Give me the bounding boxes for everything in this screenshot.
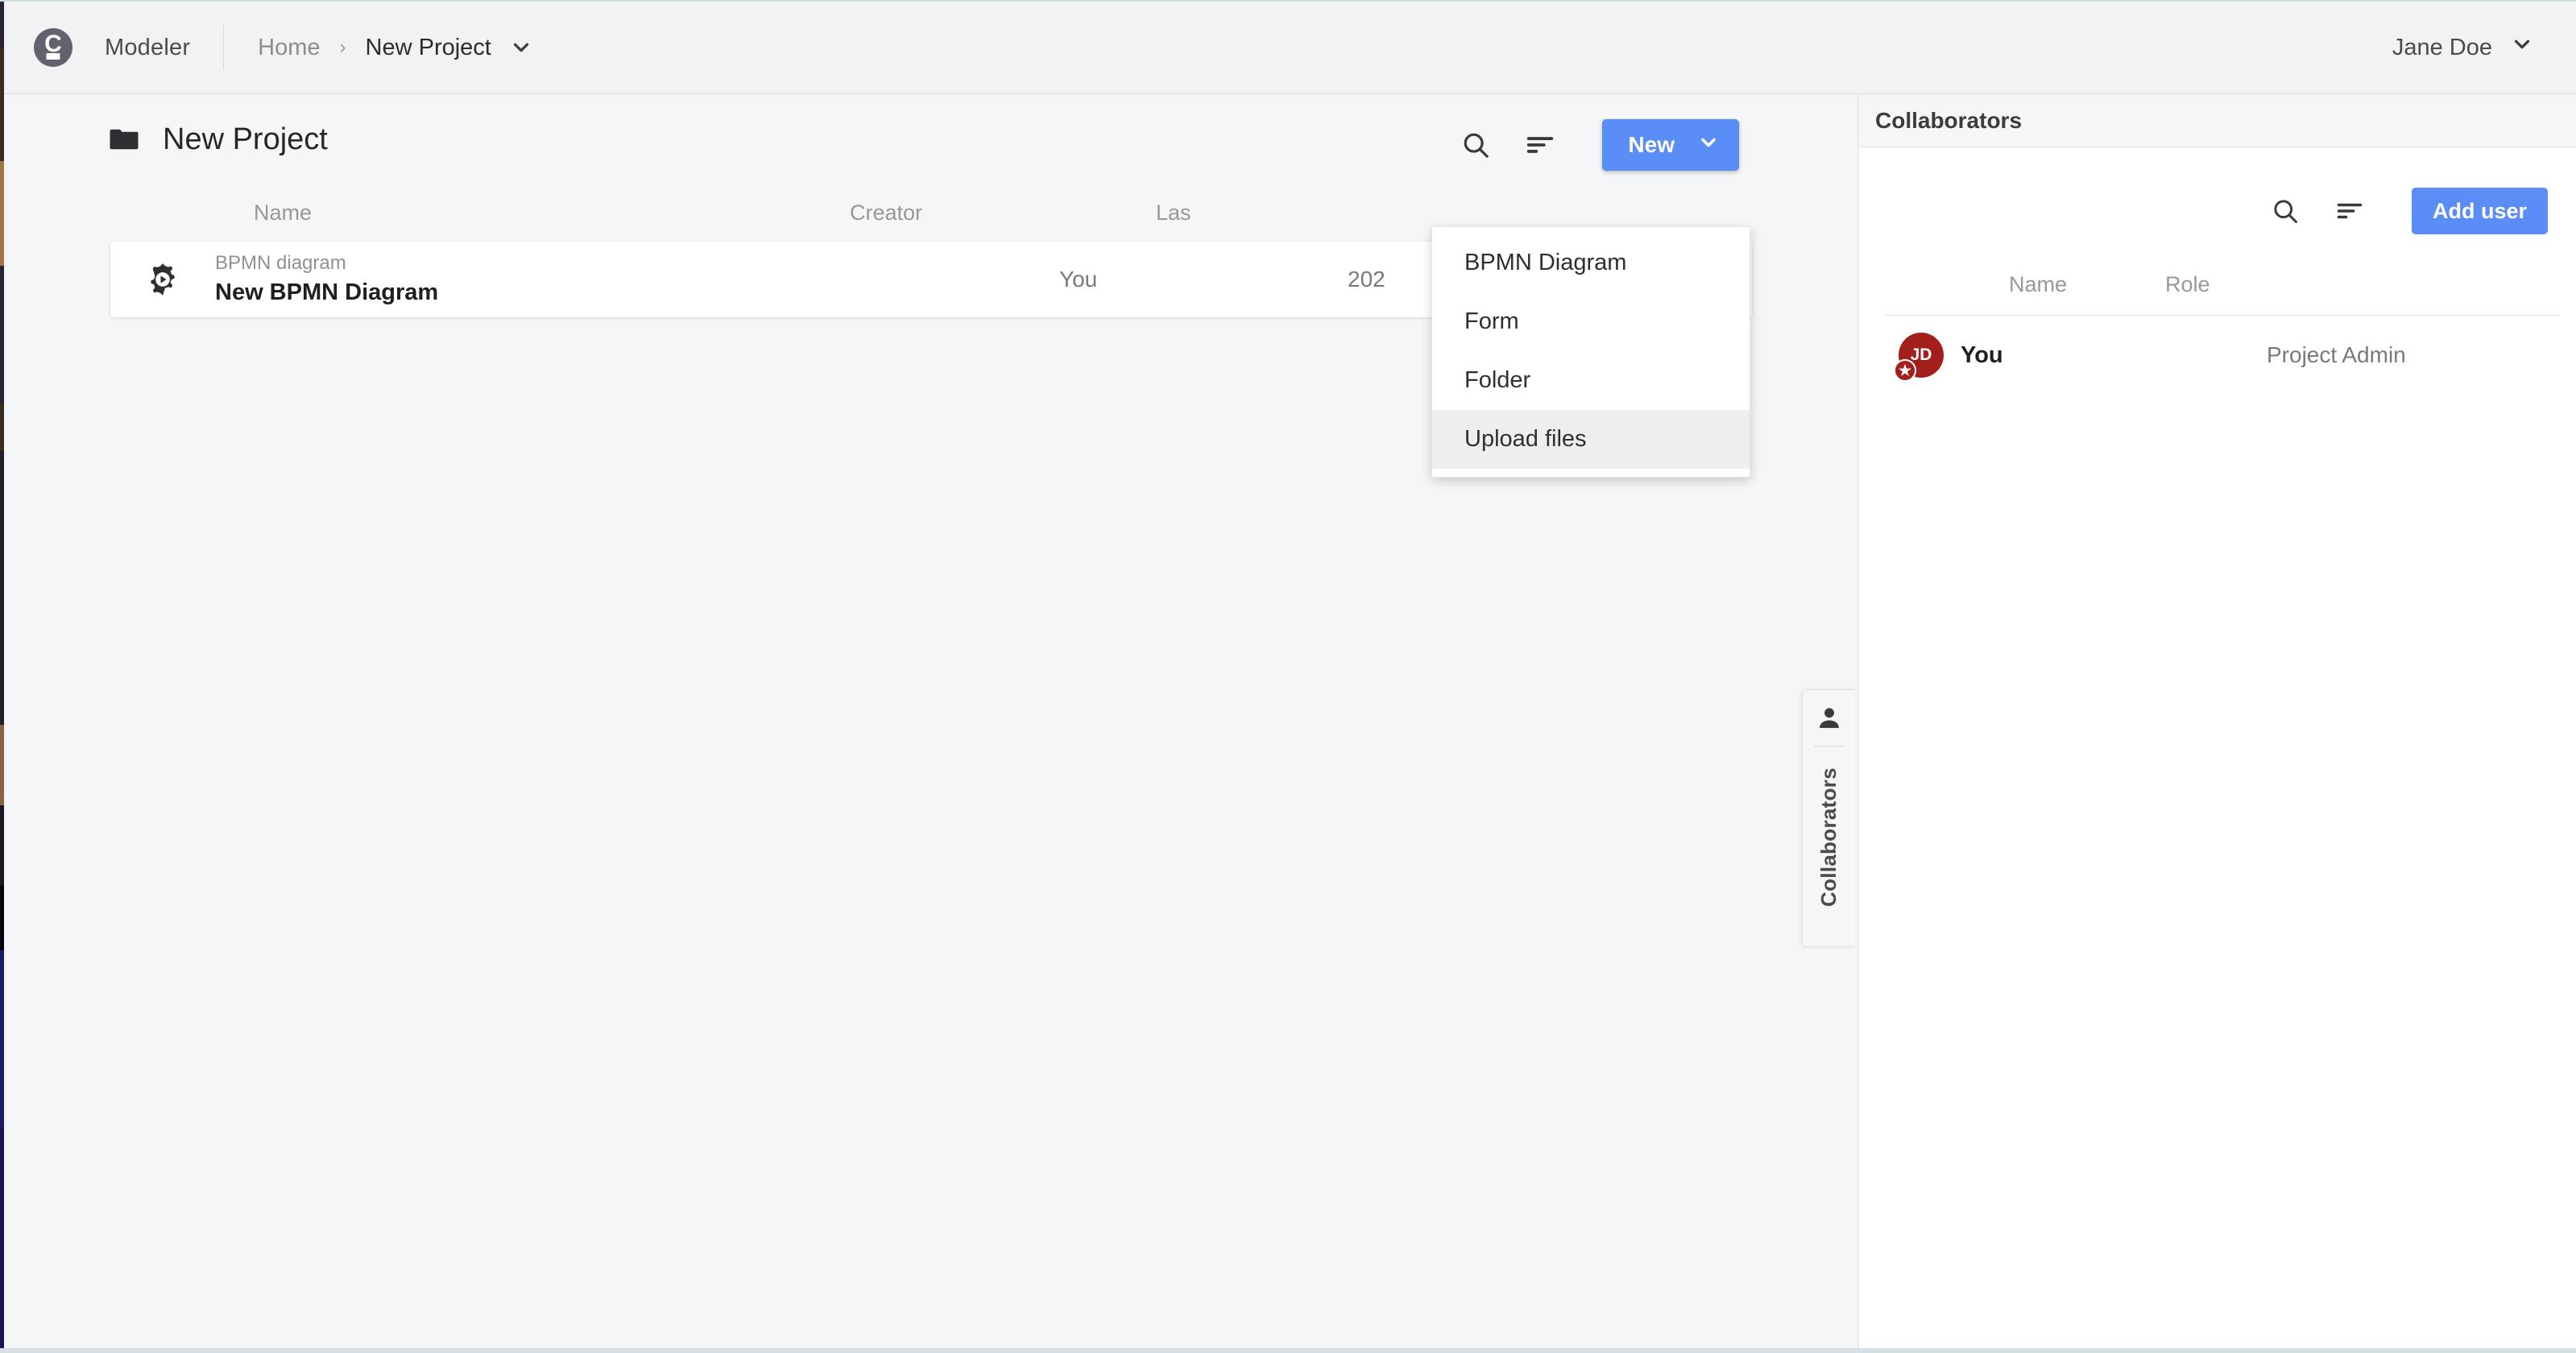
file-type-label: BPMN diagram [215, 252, 346, 275]
chevron-down-icon[interactable] [509, 35, 533, 60]
modeler-app-window: C Modeler Home › New Project Jane Doe Ne… [4, 0, 2576, 1353]
collaborators-toolbar: Add user [1859, 147, 2576, 236]
menu-item-bpmn-diagram[interactable]: BPMN Diagram [1432, 234, 1750, 292]
new-button-label: New [1628, 132, 1675, 157]
column-header-last-modified[interactable]: Las [1156, 201, 1478, 226]
navbar-divider [223, 25, 225, 70]
sort-icon[interactable] [1515, 120, 1565, 170]
search-icon[interactable] [1451, 120, 1501, 170]
person-icon [1816, 705, 1843, 736]
project-toolbar: New [1451, 119, 1739, 171]
chevron-down-icon [2510, 32, 2534, 63]
add-user-button[interactable]: Add user [2411, 188, 2548, 234]
sort-icon[interactable] [2325, 186, 2375, 236]
user-name-label: Jane Doe [2392, 34, 2492, 60]
collaborators-table-header: Name Role [1859, 254, 2576, 315]
page-title: New Project [163, 122, 328, 156]
breadcrumb-current-project[interactable]: New Project [366, 35, 491, 61]
column-header-role[interactable]: Role [2165, 272, 2210, 297]
window-bottom-edge [0, 1348, 2576, 1353]
camunda-logo-icon: C [34, 28, 72, 67]
search-icon[interactable] [2260, 186, 2310, 236]
star-icon: ★ [1894, 359, 1916, 382]
new-dropdown-menu: BPMN Diagram Form Folder Upload files [1431, 226, 1750, 478]
collaborator-name: You [1961, 341, 2003, 368]
avatar: JD ★ [1894, 333, 1944, 382]
camunda-logo[interactable]: C [34, 28, 72, 67]
folder-icon [107, 122, 141, 156]
collaborators-panel: Collaborators Add user Name Role JD ★ Yo [1859, 95, 2576, 1350]
collaborators-tab-label: Collaborators [1816, 768, 1841, 907]
file-name-label[interactable]: New BPMN Diagram [215, 278, 1059, 307]
collaborators-panel-header: Collaborators [1859, 95, 2576, 147]
user-menu[interactable]: Jane Doe [2392, 32, 2534, 63]
project-header: New Project New [4, 95, 1858, 184]
collaborators-panel-title: Collaborators [1875, 108, 2023, 133]
menu-item-folder[interactable]: Folder [1432, 351, 1750, 410]
file-creator-cell: You [1059, 267, 1098, 292]
bpmn-diagram-icon [110, 261, 215, 298]
column-header-creator[interactable]: Creator [850, 201, 1156, 226]
breadcrumb-home[interactable]: Home [258, 35, 320, 61]
column-header-name[interactable]: Name [4, 201, 850, 226]
file-last-modified-cell: 202 [1348, 267, 1385, 292]
new-button[interactable]: New [1602, 119, 1739, 171]
column-header-name[interactable]: Name [1859, 272, 2165, 297]
collaborators-side-tab[interactable]: Collaborators [1802, 689, 1855, 947]
menu-item-upload-files[interactable]: Upload files [1432, 410, 1750, 469]
window-top-edge [0, 0, 2576, 2]
breadcrumb-separator: › [339, 36, 346, 58]
logo-underbar [46, 53, 60, 60]
avatar-initials: JD [1910, 345, 1932, 364]
side-tab-divider [1813, 746, 1845, 747]
avatar-cell: JD ★ [1859, 333, 1961, 382]
list-item[interactable]: JD ★ You Project Admin [1859, 316, 2576, 395]
top-navbar: C Modeler Home › New Project Jane Doe [4, 2, 2576, 94]
file-name-cell: BPMN diagram New BPMN Diagram [215, 251, 1059, 307]
menu-item-form[interactable]: Form [1432, 292, 1750, 351]
breadcrumb: Home › New Project [258, 35, 533, 61]
app-brand-name[interactable]: Modeler [105, 35, 190, 61]
collaborator-role: Project Admin [2267, 342, 2406, 367]
chevron-down-icon [1697, 131, 1720, 159]
